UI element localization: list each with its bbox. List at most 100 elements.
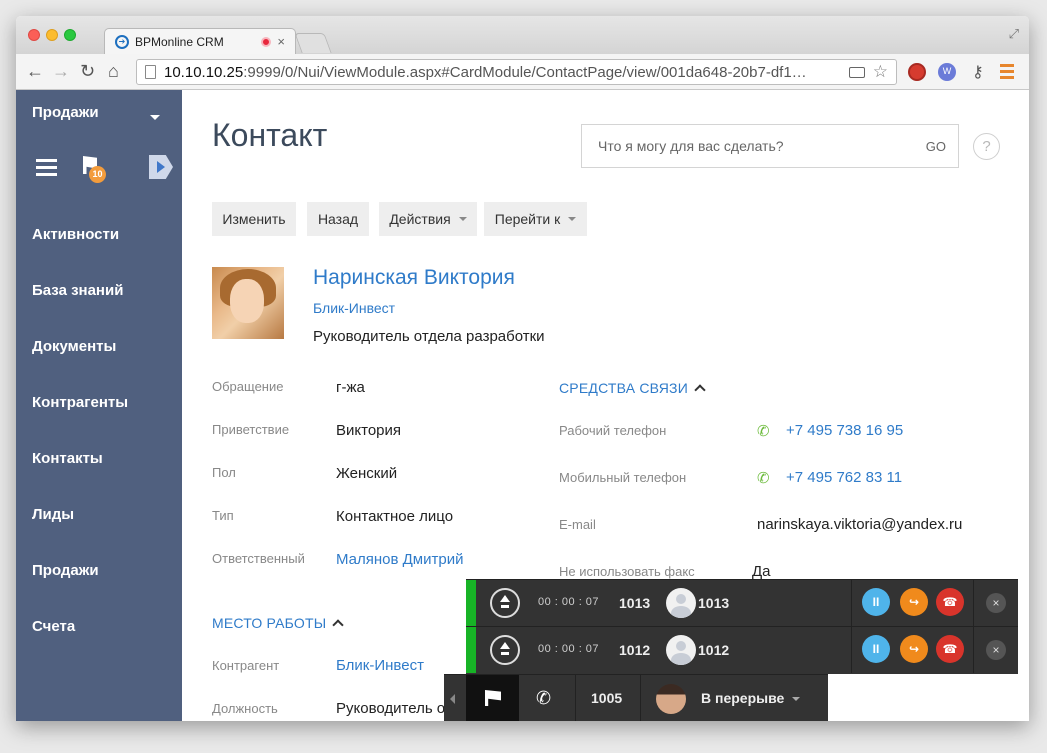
sidebar-item-activities[interactable]: Активности [32,226,119,243]
work-phone-value[interactable]: +7 495 738 16 95 [786,422,903,439]
chevron-down-icon [458,217,467,221]
collapse-arrow-icon[interactable] [450,694,455,704]
close-window-button[interactable] [28,29,40,41]
flag-icon [485,690,501,706]
home-icon[interactable]: ⌂ [108,61,119,81]
browser-toolbar: ← → ↻ ⌂ 10.10.10.25:9999/0/Nui/ViewModul… [16,54,1029,90]
call-row: 00 : 00 : 07 1012 1012 II ↪ ☎ × [466,626,1018,673]
type-value[interactable]: Контактное лицо [336,508,453,525]
search-go-button[interactable]: GO [926,139,946,154]
url-text[interactable]: 10.10.10.25:9999/0/Nui/ViewModule.aspx#C… [164,64,841,81]
tab-close-icon[interactable]: × [277,34,285,49]
agent-status[interactable]: В перерыве [701,690,784,706]
work-section-title: МЕСТО РАБОТЫ [212,615,327,631]
upload-icon[interactable] [490,588,520,618]
sidebar-item-accounts[interactable]: Контрагенты [32,394,128,411]
sidebar-item-contacts[interactable]: Контакты [32,450,103,467]
transfer-call-button[interactable]: ↪ [900,588,928,616]
hold-call-button[interactable]: II [862,635,890,663]
contact-name: Наринская Виктория [313,266,515,289]
email-value[interactable]: narinskaya.viktoria@yandex.ru [757,516,962,533]
address-bar[interactable]: 10.10.10.25:9999/0/Nui/ViewModule.aspx#C… [136,59,897,85]
list-icon[interactable] [36,159,57,177]
browser-menu-icon[interactable] [1000,64,1014,82]
user-avatar[interactable] [656,684,686,714]
active-call-indicator [466,627,476,673]
browser-tab-bar: ➔ BPMonline CRM × ⤢ [16,16,1029,54]
call-row: 00 : 00 : 07 1013 1013 II ↪ ☎ × [466,579,1018,626]
caller-name[interactable]: 1013 [698,595,729,611]
adblock-extension-icon[interactable] [908,63,926,81]
chevron-up-icon [332,619,345,631]
phone-icon[interactable]: ✆ [536,688,551,709]
active-call-indicator [466,580,476,626]
no-fax-value[interactable]: Да [752,563,771,580]
actions-dropdown-button[interactable]: Действия [379,202,477,236]
sidebar-item-leads[interactable]: Лиды [32,506,74,523]
hold-call-button[interactable]: II [862,588,890,616]
sidebar-item-knowledge-base[interactable]: База знаний [32,282,123,299]
bookmark-star-icon[interactable]: ☆ [873,62,888,82]
phone-icon[interactable]: ✆ [757,422,770,440]
account-link[interactable]: Блик-Инвест [336,657,424,674]
goto-button-label: Перейти к [494,211,561,227]
upload-icon[interactable] [490,635,520,665]
reload-icon[interactable]: ↻ [80,61,95,81]
communication-section-title: СРЕДСТВА СВЯЗИ [559,380,688,396]
sidebar-item-documents[interactable]: Документы [32,338,116,355]
flag-button[interactable] [466,675,519,721]
salutation-value[interactable]: г-жа [336,379,365,396]
key-extension-icon[interactable]: ⚷ [972,62,984,82]
back-arrow-icon[interactable]: ← [26,61,44,81]
cti-status-bar: ✆ 1005 В перерыве [444,674,828,721]
extension-number: 1005 [591,690,623,706]
sidebar: Продажи 10 Активности База знаний Докуме… [16,90,182,721]
edit-button[interactable]: Изменить [212,202,296,236]
phone-icon[interactable]: ✆ [757,469,770,487]
gender-value[interactable]: Женский [336,465,397,482]
mobile-phone-value[interactable]: +7 495 762 83 11 [786,469,902,486]
chevron-down-icon[interactable] [792,697,800,701]
forward-arrow-icon[interactable]: → [52,61,70,81]
sidebar-item-opportunities[interactable]: Продажи [32,562,99,579]
help-icon[interactable]: ? [973,133,1000,160]
communication-section-header[interactable]: СРЕДСТВА СВЯЗИ [559,380,706,396]
goto-dropdown-button[interactable]: Перейти к [484,202,587,236]
gender-label: Пол [212,465,236,480]
sidebar-workplace-title[interactable]: Продажи [32,104,99,121]
chevron-down-icon[interactable] [150,115,160,120]
fullscreen-icon[interactable]: ⤢ [1009,26,1019,42]
contact-photo[interactable] [212,267,284,339]
close-call-button[interactable]: × [986,640,1006,660]
email-label: E-mail [559,517,596,532]
owner-link[interactable]: Малянов Дмитрий [336,551,463,568]
greeting-value[interactable]: Виктория [336,422,401,439]
browser-tab[interactable]: ➔ BPMonline CRM × [104,28,296,54]
page-title: Контакт [212,117,328,153]
camera-icon[interactable] [848,66,865,78]
position-value[interactable]: Руководитель о [336,700,445,717]
w-extension-icon[interactable]: W [938,63,956,81]
type-label: Тип [212,508,234,523]
process-play-icon[interactable] [149,155,173,179]
minimize-window-button[interactable] [46,29,58,41]
work-section-header[interactable]: МЕСТО РАБОТЫ [212,615,345,631]
caller-name[interactable]: 1012 [698,642,729,658]
call-panel: 00 : 00 : 07 1013 1013 II ↪ ☎ × 00 : 00 … [466,579,1018,674]
close-call-button[interactable]: × [986,593,1006,613]
new-tab-button[interactable] [294,33,332,53]
hangup-call-button[interactable]: ☎ [936,588,964,616]
window-controls [28,29,76,41]
edit-button-label: Изменить [222,211,286,227]
sidebar-item-invoices[interactable]: Счета [32,618,75,635]
chevron-up-icon [694,384,706,396]
transfer-call-button[interactable]: ↪ [900,635,928,663]
call-duration: 00 : 00 : 07 [538,596,600,608]
notification-badge[interactable]: 10 [89,166,106,183]
maximize-window-button[interactable] [64,29,76,41]
sidebar-quick-icons: 10 [36,155,173,183]
back-button[interactable]: Назад [307,202,369,236]
hangup-call-button[interactable]: ☎ [936,635,964,663]
command-search-input[interactable] [598,138,926,154]
contact-company-link[interactable]: Блик-Инвест [313,300,395,316]
